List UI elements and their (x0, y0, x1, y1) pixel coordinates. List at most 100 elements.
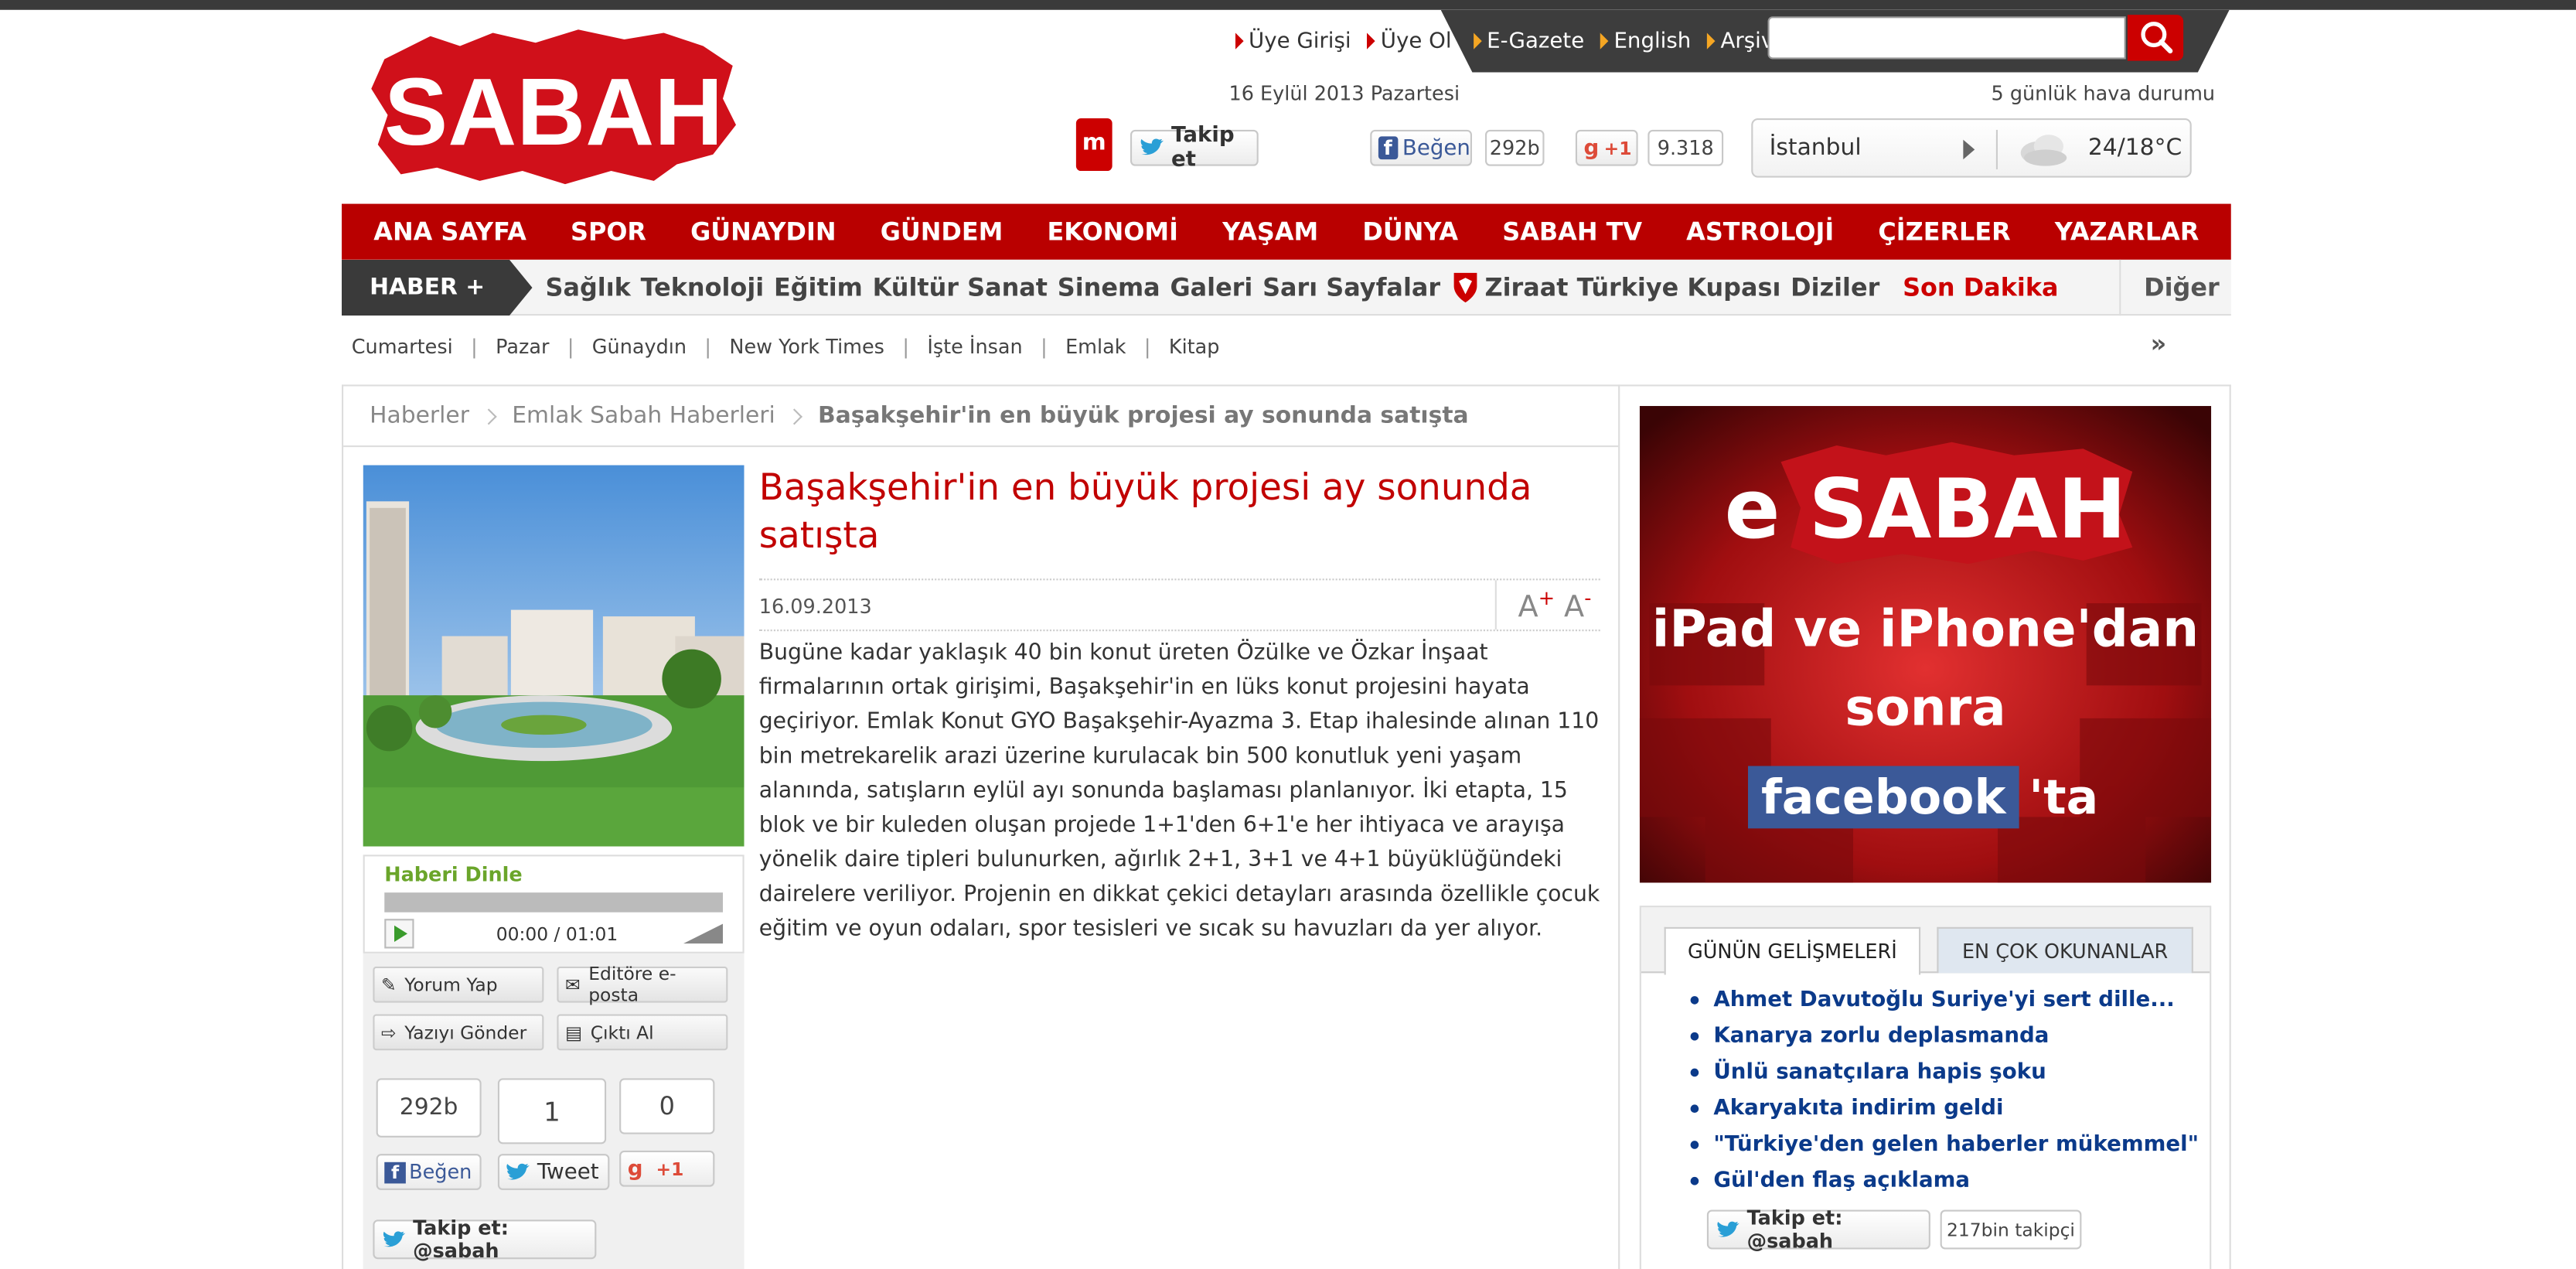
font-decrease-button[interactable]: A- (1564, 587, 1591, 625)
google-plus-count: 9.318 (1647, 129, 1724, 166)
list-item[interactable]: Kanarya zorlu deplasmanda (1691, 1019, 2199, 1056)
nav-yasam[interactable]: YAŞAM (1222, 217, 1318, 247)
cloud-icon (2020, 135, 2067, 166)
list-item[interactable]: Akaryakıta indirim geldi (1691, 1091, 2199, 1127)
mobile-icon[interactable]: m (1075, 118, 1113, 172)
meta-divider (1494, 580, 1497, 630)
article-panel: Haberler Emlak Sabah Haberleri Başakşehi… (342, 384, 1620, 1269)
nav-ekonomi[interactable]: EKONOMİ (1048, 217, 1179, 247)
third-gunaydin[interactable]: Günaydın (592, 336, 687, 359)
subnav-kultur-sanat[interactable]: Kültür Sanat (873, 273, 1048, 302)
tab-gunun-gelismeleri[interactable]: GÜNÜN GELİŞMELERİ (1664, 926, 1921, 975)
third-iste-insan[interactable]: İşte İnsan (927, 336, 1022, 359)
play-button[interactable] (384, 919, 414, 949)
subnav-ziraat-turkiye-kupasi[interactable]: Ziraat Türkiye Kupası (1485, 273, 1781, 302)
twitter-bird-icon (1717, 1220, 1739, 1237)
double-chevron-icon: » (2150, 329, 2167, 359)
play-icon (394, 925, 407, 942)
subnav-sinema[interactable]: Sinema (1058, 273, 1160, 302)
email-editor-button[interactable]: ✉ Editöre e-posta (557, 964, 728, 1006)
nav-dunya[interactable]: DÜNYA (1362, 217, 1458, 247)
haber-plus-menu[interactable]: HABER + (342, 259, 533, 316)
weather-city: İstanbul (1769, 135, 1862, 162)
edition-links: E-Gazete English Arşiv (1474, 13, 1790, 69)
third-emlak[interactable]: Emlak (1065, 336, 1126, 359)
google-plus-button[interactable]: g +1 (1575, 129, 1638, 166)
facebook-share-button[interactable]: f Beğen (376, 1154, 482, 1190)
facebook-like-count: 292b (1485, 129, 1545, 166)
breadcrumb-haberler[interactable]: Haberler (370, 403, 469, 429)
google-plus-share-count: 0 (619, 1078, 715, 1134)
english-link[interactable]: English (1600, 29, 1691, 53)
esabah-ad-banner[interactable]: e SABAH iPad ve iPhone'dan sonra faceboo… (1639, 406, 2212, 883)
third-pazar[interactable]: Pazar (496, 336, 549, 359)
google-plus-share-button[interactable]: g +1 (619, 1150, 715, 1187)
sabah-logo[interactable]: SABAH (365, 23, 743, 188)
twitter-follow-sabah-button[interactable]: Takip et: @sabah (1706, 1206, 1930, 1253)
subnav-egitim[interactable]: Eğitim (774, 273, 863, 302)
subnav-son-dakika[interactable]: Son Dakika (1903, 273, 2058, 302)
audio-progress-track[interactable] (384, 892, 723, 913)
ad-headline: e SABAH (1724, 462, 2127, 558)
archive-link[interactable]: Arşiv (1707, 29, 1774, 53)
facebook-icon: f (1378, 136, 1398, 160)
news-list: Ahmet Davutoğlu Suriye'yi sert dille... … (1691, 983, 2199, 1200)
more-menu[interactable]: Diğer » (2119, 259, 2231, 358)
weather-temp: 24/18°C (2087, 135, 2182, 162)
subnav-teknoloji[interactable]: Teknoloji (641, 273, 765, 302)
search-input[interactable] (1767, 16, 2126, 60)
list-item[interactable]: Gül'den flaş açıklama (1691, 1164, 2199, 1200)
list-item[interactable]: Ahmet Davutoğlu Suriye'yi sert dille... (1691, 983, 2199, 1019)
print-button[interactable]: ▤ Çıktı Al (557, 1014, 728, 1051)
egazete-link[interactable]: E-Gazete (1474, 29, 1584, 53)
subnav-diziler[interactable]: Diziler (1791, 273, 1879, 302)
subnav-sari-sayfalar[interactable]: Sarı Sayfalar (1262, 273, 1440, 302)
ziraat-cup-icon (1450, 270, 1480, 306)
font-increase-button[interactable]: A+ (1518, 587, 1555, 625)
list-item[interactable]: "Türkiye'den gelen haberler mükemmel" (1691, 1127, 2199, 1164)
search-button[interactable] (2127, 15, 2184, 61)
third-kitap[interactable]: Kitap (1169, 336, 1220, 359)
volume-icon[interactable] (683, 923, 723, 944)
tab-en-cok-okunanlar[interactable]: EN ÇOK OKUNANLAR (1937, 926, 2193, 974)
comment-button[interactable]: ✎ Yorum Yap (373, 966, 544, 1003)
weather-forecast-link[interactable]: 5 günlük hava durumu (1992, 82, 2216, 105)
chevron-right-icon (479, 408, 496, 425)
list-item[interactable]: Ünlü sanatçılara hapis şoku (1691, 1056, 2199, 1092)
third-nav: Cumartesi | Pazar | Günaydın | New York Tim… (351, 335, 1220, 359)
article-photo[interactable] (363, 465, 745, 847)
facebook-like-button[interactable]: f Beğen (1370, 129, 1472, 166)
breadcrumb-current: Başakşehir'in en büyük projesi ay sonund… (818, 402, 1469, 429)
tweet-button[interactable]: Tweet (497, 1154, 610, 1190)
third-new-york-times[interactable]: New York Times (729, 336, 884, 359)
weather-widget[interactable]: İstanbul 24/18°C (1751, 118, 2192, 178)
breadcrumb-emlak[interactable]: Emlak Sabah Haberleri (512, 403, 775, 429)
weather-divider (1995, 129, 1998, 169)
nav-spor[interactable]: SPOR (571, 217, 646, 247)
login-link[interactable]: Üye Girişi (1235, 29, 1351, 53)
send-article-button[interactable]: ⇨ Yazıyı Gönder (373, 1014, 544, 1051)
tweet-count: 1 (497, 1078, 607, 1144)
nav-cizerler[interactable]: ÇİZERLER (1878, 217, 2010, 247)
nav-ana-sayfa[interactable]: ANA SAYFA (373, 217, 526, 247)
city-next-arrow-icon[interactable] (1963, 139, 1975, 160)
twitter-bird-icon (383, 1230, 406, 1247)
third-cumartesi[interactable]: Cumartesi (352, 336, 453, 359)
subnav-galeri[interactable]: Galeri (1170, 273, 1252, 302)
article-date: 16.09.2013 (758, 595, 872, 619)
twitter-follow-button[interactable]: Takip et (1130, 123, 1259, 172)
chevron-right-icon (785, 408, 802, 425)
print-icon: ▤ (565, 1022, 583, 1043)
nav-gundem[interactable]: GÜNDEM (881, 217, 1003, 247)
nav-yazarlar[interactable]: YAZARLAR (2055, 217, 2199, 247)
twitter-bird-icon (506, 1162, 530, 1179)
nav-sabah-tv[interactable]: SABAH TV (1502, 217, 1642, 247)
audio-title: Haberi Dinle (384, 862, 523, 886)
register-link[interactable]: Üye Ol (1367, 29, 1452, 53)
nav-gunaydin[interactable]: GÜNAYDIN (690, 217, 836, 247)
sub-nav: HABER + Sağlık Teknoloji Eğitim Kültür S… (342, 259, 2231, 358)
twitter-follow-sabah-button[interactable]: Takip et: @sabah (373, 1216, 597, 1262)
article-meta: 16.09.2013 A+ A- (758, 578, 1600, 632)
subnav-saglik[interactable]: Sağlık (546, 273, 631, 302)
nav-astroloji[interactable]: ASTROLOJİ (1686, 217, 1834, 247)
